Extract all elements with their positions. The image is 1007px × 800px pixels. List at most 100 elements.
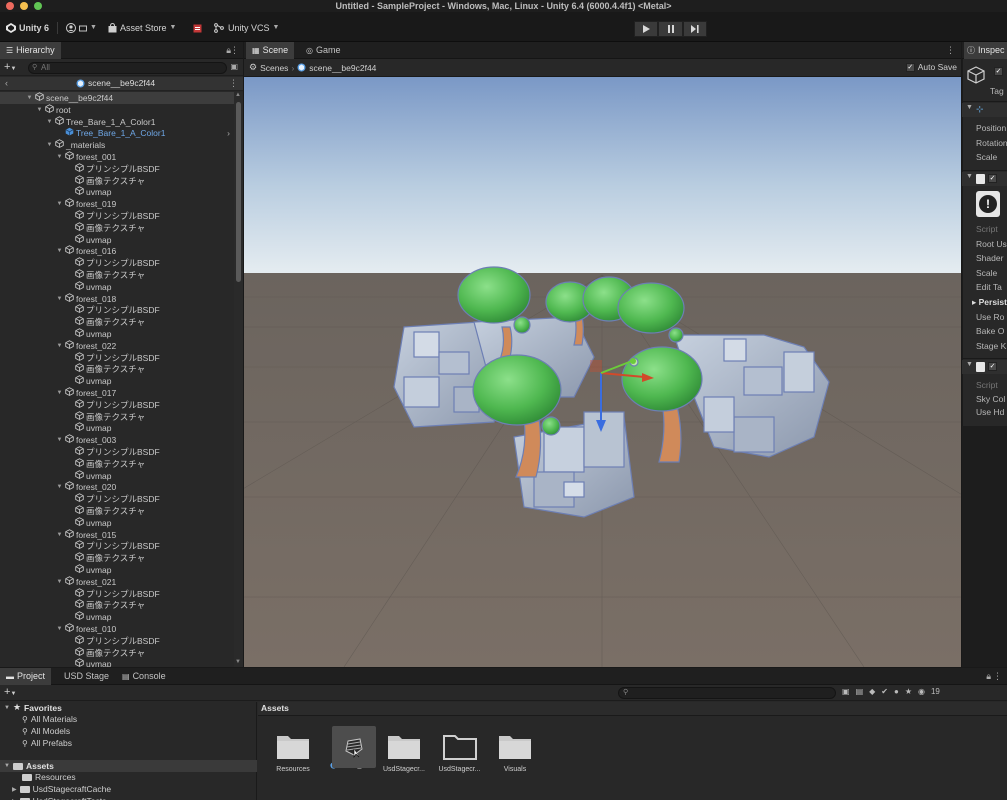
- auto-save-toggle[interactable]: ✓ Auto Save: [905, 62, 957, 72]
- hierarchy-row[interactable]: ▼ forest_022: [0, 340, 234, 352]
- hierarchy-row[interactable]: uvmap: [0, 186, 234, 198]
- hierarchy-row[interactable]: プリンシプルBSDF: [0, 587, 234, 600]
- asset-tile[interactable]: Resources: [269, 732, 317, 773]
- add-object-button[interactable]: +▼: [4, 61, 16, 73]
- info-icon[interactable]: ●: [894, 687, 899, 696]
- hierarchy-row[interactable]: 画像テクスチャ: [0, 458, 234, 470]
- hierarchy-row[interactable]: uvmap: [0, 517, 234, 529]
- visibility-eye-icon[interactable]: ◉: [918, 687, 925, 696]
- expand-arrow-icon[interactable]: ▼: [56, 576, 63, 588]
- tab-scene[interactable]: ▦ Scene: [246, 42, 295, 59]
- hierarchy-row[interactable]: 画像テクスチャ: [0, 269, 234, 281]
- search-by-type-icon[interactable]: ▣: [842, 687, 850, 696]
- hierarchy-search-input[interactable]: ⚲ All: [28, 62, 227, 74]
- hierarchy-row[interactable]: ▼ forest_018: [0, 292, 234, 305]
- expand-arrow-icon[interactable]: ▼: [56, 434, 63, 446]
- lock-icon[interactable]: 🔒︎: [986, 671, 991, 682]
- expand-arrow-icon[interactable]: ▶: [12, 786, 17, 793]
- hierarchy-row[interactable]: 画像テクスチャ: [0, 410, 234, 423]
- asset-tile[interactable]: scene_...: [325, 726, 376, 769]
- transform-header[interactable]: ▼ ⊹: [962, 103, 1007, 117]
- hierarchy-row[interactable]: ▼ forest_016: [0, 245, 234, 257]
- asset-tile[interactable]: Visuals: [491, 732, 539, 773]
- chevron-down-icon[interactable]: ▼: [966, 173, 973, 180]
- expand-arrow-icon[interactable]: ▼: [56, 293, 63, 305]
- hierarchy-row[interactable]: 画像テクスチャ: [0, 222, 234, 234]
- collab-button[interactable]: [193, 20, 202, 36]
- hierarchy-row[interactable]: uvmap: [0, 469, 234, 482]
- step-button[interactable]: [683, 21, 707, 37]
- tab-usd-stage[interactable]: USD Stage: [58, 668, 115, 685]
- favorites-section[interactable]: ▼ ★ Favorites: [4, 702, 62, 713]
- pause-button[interactable]: [658, 21, 683, 37]
- hierarchy-row[interactable]: ▼ root: [0, 104, 234, 116]
- component-enabled-checkbox[interactable]: ✓: [988, 174, 997, 183]
- scroll-up-icon[interactable]: ▲: [235, 92, 241, 98]
- hierarchy-row[interactable]: uvmap: [0, 281, 234, 293]
- hierarchy-row[interactable]: プリンシプルBSDF: [0, 351, 234, 364]
- favorite-item[interactable]: ⚲ All Materials: [22, 714, 77, 724]
- favorite-item[interactable]: ⚲ All Prefabs: [22, 738, 72, 748]
- hierarchy-row[interactable]: uvmap: [0, 233, 234, 246]
- scene-viewport[interactable]: [244, 77, 961, 667]
- hierarchy-row[interactable]: プリンシプルBSDF: [0, 257, 234, 269]
- unity-vcs-dropdown[interactable]: Unity VCS ▼: [214, 20, 279, 36]
- more-options-icon[interactable]: ⋮: [230, 45, 239, 56]
- hierarchy-row[interactable]: ▼ _materials: [0, 139, 234, 151]
- chevron-down-icon[interactable]: ▼: [966, 361, 973, 368]
- hierarchy-row[interactable]: プリンシプルBSDF: [0, 446, 234, 458]
- hierarchy-row[interactable]: Tree_Bare_1_A_Color1 ›: [0, 127, 234, 139]
- hierarchy-row[interactable]: ▼ scene__be9c2f44: [0, 92, 234, 104]
- hierarchy-scrollbar[interactable]: ▼ ▲: [234, 92, 243, 667]
- hierarchy-row[interactable]: uvmap: [0, 564, 234, 576]
- hierarchy-scroll-thumb[interactable]: [236, 102, 241, 282]
- hierarchy-row[interactable]: uvmap: [0, 422, 234, 434]
- hierarchy-row[interactable]: ▼ Tree_Bare_1_A_Color1: [0, 115, 234, 128]
- search-by-label-icon[interactable]: ▤: [856, 687, 864, 696]
- asset-tile[interactable]: UsdStagecr...: [380, 732, 428, 773]
- expand-arrow-icon[interactable]: ▼: [56, 529, 63, 541]
- asset-store-button[interactable]: Asset Store ▼: [108, 20, 176, 36]
- expand-arrow-icon[interactable]: ▼: [46, 139, 53, 151]
- scroll-down-icon[interactable]: ▼: [235, 659, 241, 665]
- hierarchy-row[interactable]: 画像テクスチャ: [0, 552, 234, 564]
- create-asset-button[interactable]: +▼: [4, 686, 16, 698]
- hierarchy-row[interactable]: プリンシプルBSDF: [0, 163, 234, 175]
- hierarchy-row[interactable]: uvmap: [0, 611, 234, 623]
- asset-folder-item[interactable]: ▶ UsdStagecraftCache: [12, 784, 111, 794]
- hierarchy-row[interactable]: ▼ forest_017: [0, 387, 234, 399]
- unity-account-button[interactable]: Unity 6: [6, 20, 49, 36]
- hierarchy-row[interactable]: ▼ forest_020: [0, 481, 234, 493]
- scene-render[interactable]: [244, 77, 961, 667]
- more-options-icon[interactable]: ⋮: [993, 671, 1002, 682]
- component2-header[interactable]: ▼ ✓: [962, 360, 1007, 374]
- asset-folder-item[interactable]: Resources: [22, 772, 76, 782]
- hierarchy-row[interactable]: ▼ forest_001: [0, 151, 234, 163]
- favorite-item[interactable]: ⚲ All Models: [22, 726, 70, 736]
- expand-arrow-icon[interactable]: ▼: [56, 623, 63, 635]
- expand-arrow-icon[interactable]: ▼: [56, 481, 63, 493]
- filter-icon[interactable]: ▣: [230, 62, 238, 71]
- tab-project[interactable]: ▬ Project: [0, 668, 52, 685]
- shield-icon[interactable]: ✔: [881, 687, 888, 696]
- expand-arrow-icon[interactable]: ▼: [56, 340, 63, 352]
- tab-hierarchy[interactable]: ☰ Hierarchy: [0, 42, 61, 59]
- hierarchy-row[interactable]: ▼ forest_019: [0, 198, 234, 210]
- active-toggle-checkbox[interactable]: ✓: [994, 67, 1003, 76]
- hierarchy-row[interactable]: 画像テクスチャ: [0, 505, 234, 517]
- hierarchy-row[interactable]: uvmap: [0, 658, 234, 667]
- chevron-down-icon[interactable]: ▼: [966, 104, 973, 111]
- label-tag-icon[interactable]: ◆: [869, 687, 875, 696]
- tab-inspector[interactable]: ⓘ Inspec: [964, 42, 1007, 59]
- project-search-input[interactable]: ⚲: [618, 687, 836, 699]
- asset-folder-item[interactable]: ▶UsdStagecraftTests: [12, 796, 106, 800]
- back-arrow-icon[interactable]: ‹: [5, 78, 8, 88]
- assets-header[interactable]: Assets: [261, 703, 289, 713]
- hierarchy-row[interactable]: ▼ forest_021: [0, 576, 234, 588]
- hierarchy-row[interactable]: ▼ forest_003: [0, 434, 234, 446]
- assets-section[interactable]: ▼ Assets: [0, 760, 257, 772]
- expand-arrow-icon[interactable]: ▼: [46, 116, 53, 128]
- hierarchy-row[interactable]: プリンシプルBSDF: [0, 540, 234, 552]
- hierarchy-row[interactable]: 画像テクスチャ: [0, 599, 234, 611]
- tab-console[interactable]: ▤ Console: [116, 668, 172, 685]
